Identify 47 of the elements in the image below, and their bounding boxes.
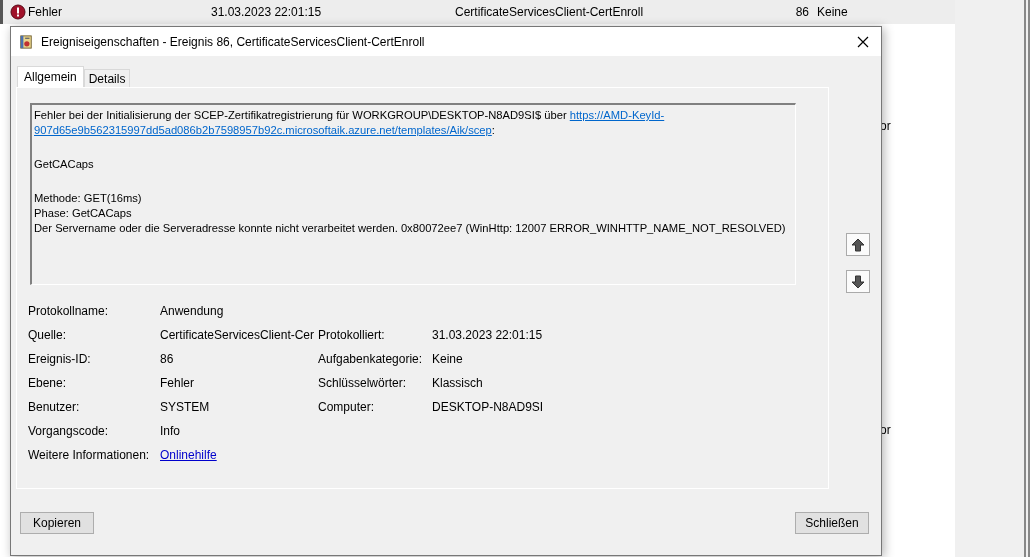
field-label: Schlüsselwörter:: [318, 376, 408, 390]
error-icon: [10, 4, 26, 20]
message-text: :: [491, 124, 495, 136]
message-text: Methode: GET(16ms): [34, 192, 142, 204]
link[interactable]: https://AMD-KeyId-: [569, 109, 665, 121]
field-label: Ereignis-ID:: [28, 352, 92, 366]
field-value: Anwendung: [160, 304, 224, 318]
level-text: Fehler: [28, 5, 62, 19]
field-value: SYSTEM: [160, 400, 210, 414]
close-button[interactable]: Schließen: [795, 512, 869, 534]
field-value: 31.03.2023 22:01:15: [432, 328, 543, 342]
message-text: Fehler bei der Initialisierung der SCEP-Zertifikatregistrierung für WORKGROUP\DESKTOP-N8AD9SI$ über: [34, 109, 568, 121]
link[interactable]: 907d65e9b562315997dd5ad086b2b7598957b92c.microsoftaik.azure.net/templates/Aik/scep: [34, 124, 492, 136]
field-label: Benutzer:: [28, 400, 81, 414]
link[interactable]: Onlinehilfe: [160, 448, 217, 462]
field-label: Computer:: [318, 400, 376, 414]
notebook-icon: [19, 34, 33, 49]
next-button[interactable]: [846, 270, 870, 293]
field-value: Info: [160, 424, 180, 438]
field-label: Ebene:: [28, 376, 68, 390]
tab[interactable]: Details: [83, 69, 131, 87]
field-label: Aufgabenkategorie:: [318, 352, 424, 366]
field-value: Fehler: [160, 376, 194, 390]
message-text: Der Servername oder die Serveradresse konnte nicht verarbeitet werden. 0x80072ee7 (WinHttp: 12007 ERROR_WINHTTP_NAME_NOT_RESOLVED): [34, 222, 786, 234]
field-label: Protokolliert:: [318, 328, 386, 342]
window-title: Ereigniseigenschaften - Ereignis 86, CertificateServicesClient-CertEnroll: [41, 34, 426, 49]
category-text: Keine: [816, 5, 848, 19]
message-text: Phase: GetCACaps: [34, 207, 132, 219]
field-value: 86: [160, 352, 174, 366]
event-id-text: 86: [794, 5, 809, 19]
message-text: GetCACaps: [34, 158, 94, 170]
field-label: Weitere Informationen:: [28, 448, 151, 462]
field-label: Quelle:: [28, 328, 68, 342]
field-value: Klassisch: [432, 376, 483, 390]
tab[interactable]: Allgemein: [17, 66, 84, 87]
copy-button[interactable]: Kopieren: [20, 512, 94, 534]
field-label: Vorgangscode:: [28, 424, 110, 438]
field-value: CertificateServicesClient-Cer: [160, 328, 315, 342]
event-row[interactable]: Fehler 31.03.2023 22:01:15 CertificateServicesClient-CertEnroll 86 Keine: [0, 0, 955, 24]
field-value: DESKTOP-N8AD9SI: [432, 400, 544, 414]
up-arrow-icon: [851, 237, 865, 252]
field-label: Protokollname:: [28, 304, 110, 318]
source-text: CertificateServicesClient-CertEnroll: [455, 5, 645, 19]
down-arrow-icon: [851, 274, 865, 289]
previous-button[interactable]: [846, 233, 870, 256]
field-value: Keine: [432, 352, 463, 366]
date-text: 31.03.2023 22:01:15: [211, 5, 323, 19]
